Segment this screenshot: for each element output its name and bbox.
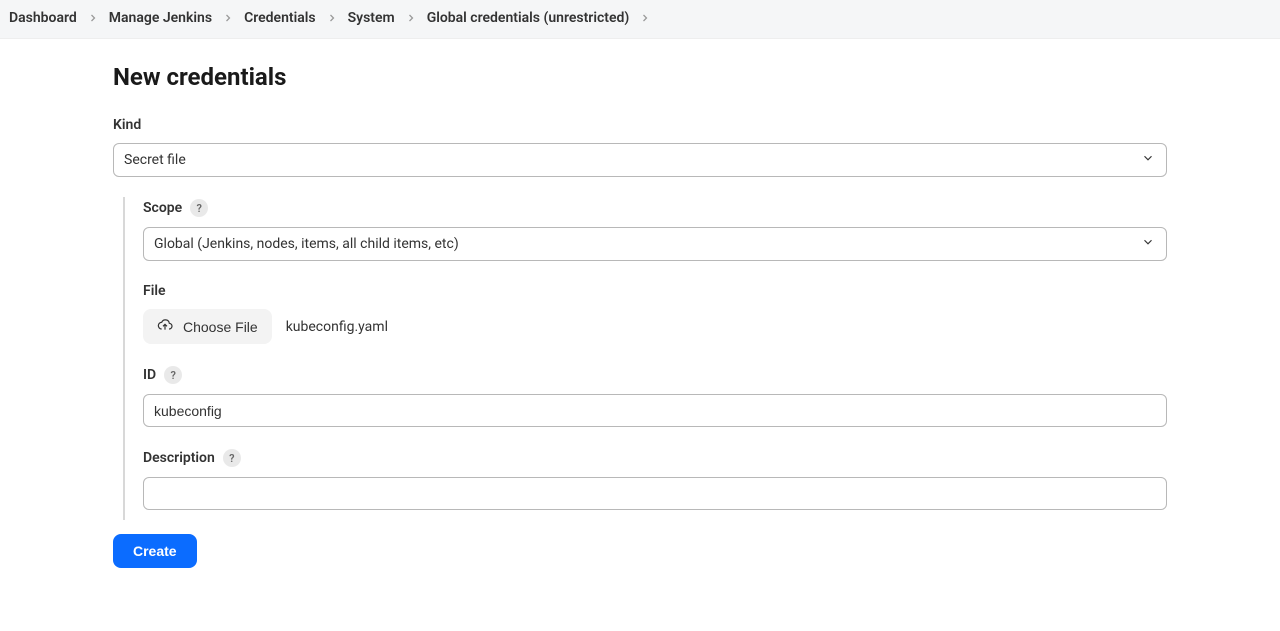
kind-label: Kind [113,117,1167,133]
field-description: Description ? [143,449,1167,510]
kind-details: Scope ? Global (Jenkins, nodes, items, a… [123,197,1167,520]
create-button[interactable]: Create [113,534,197,568]
field-file: File Choose File kubeconfig.yaml [143,283,1167,344]
main-content: New credentials Kind Secret file Scope ?… [0,39,1280,568]
description-help-icon[interactable]: ? [223,449,241,467]
field-id: ID ? [143,366,1167,427]
page-title: New credentials [113,63,1167,91]
file-label: File [143,283,1167,299]
selected-file-name: kubeconfig.yaml [286,319,388,335]
choose-file-label: Choose File [183,319,258,335]
field-scope: Scope ? Global (Jenkins, nodes, items, a… [143,199,1167,261]
chevron-right-icon [83,12,103,24]
description-input[interactable] [143,477,1167,510]
choose-file-button[interactable]: Choose File [143,309,272,344]
chevron-right-icon [322,12,342,24]
chevron-right-icon [635,12,655,24]
id-help-icon[interactable]: ? [164,366,182,384]
scope-select[interactable]: Global (Jenkins, nodes, items, all child… [143,227,1167,261]
chevron-right-icon [218,12,238,24]
breadcrumb-credentials[interactable]: Credentials [244,10,316,26]
chevron-right-icon [401,12,421,24]
kind-select[interactable]: Secret file [113,143,1167,177]
cloud-upload-icon [157,317,173,336]
breadcrumb: Dashboard Manage Jenkins Credentials Sys… [0,0,1280,39]
breadcrumb-global-credentials[interactable]: Global credentials (unrestricted) [427,10,630,26]
breadcrumb-dashboard[interactable]: Dashboard [9,10,77,26]
field-kind: Kind Secret file [113,117,1167,177]
description-label: Description [143,450,215,466]
id-input[interactable] [143,394,1167,427]
breadcrumb-system[interactable]: System [348,10,395,26]
scope-label: Scope [143,200,182,216]
breadcrumb-manage-jenkins[interactable]: Manage Jenkins [109,10,212,26]
scope-help-icon[interactable]: ? [190,199,208,217]
id-label: ID [143,367,156,383]
